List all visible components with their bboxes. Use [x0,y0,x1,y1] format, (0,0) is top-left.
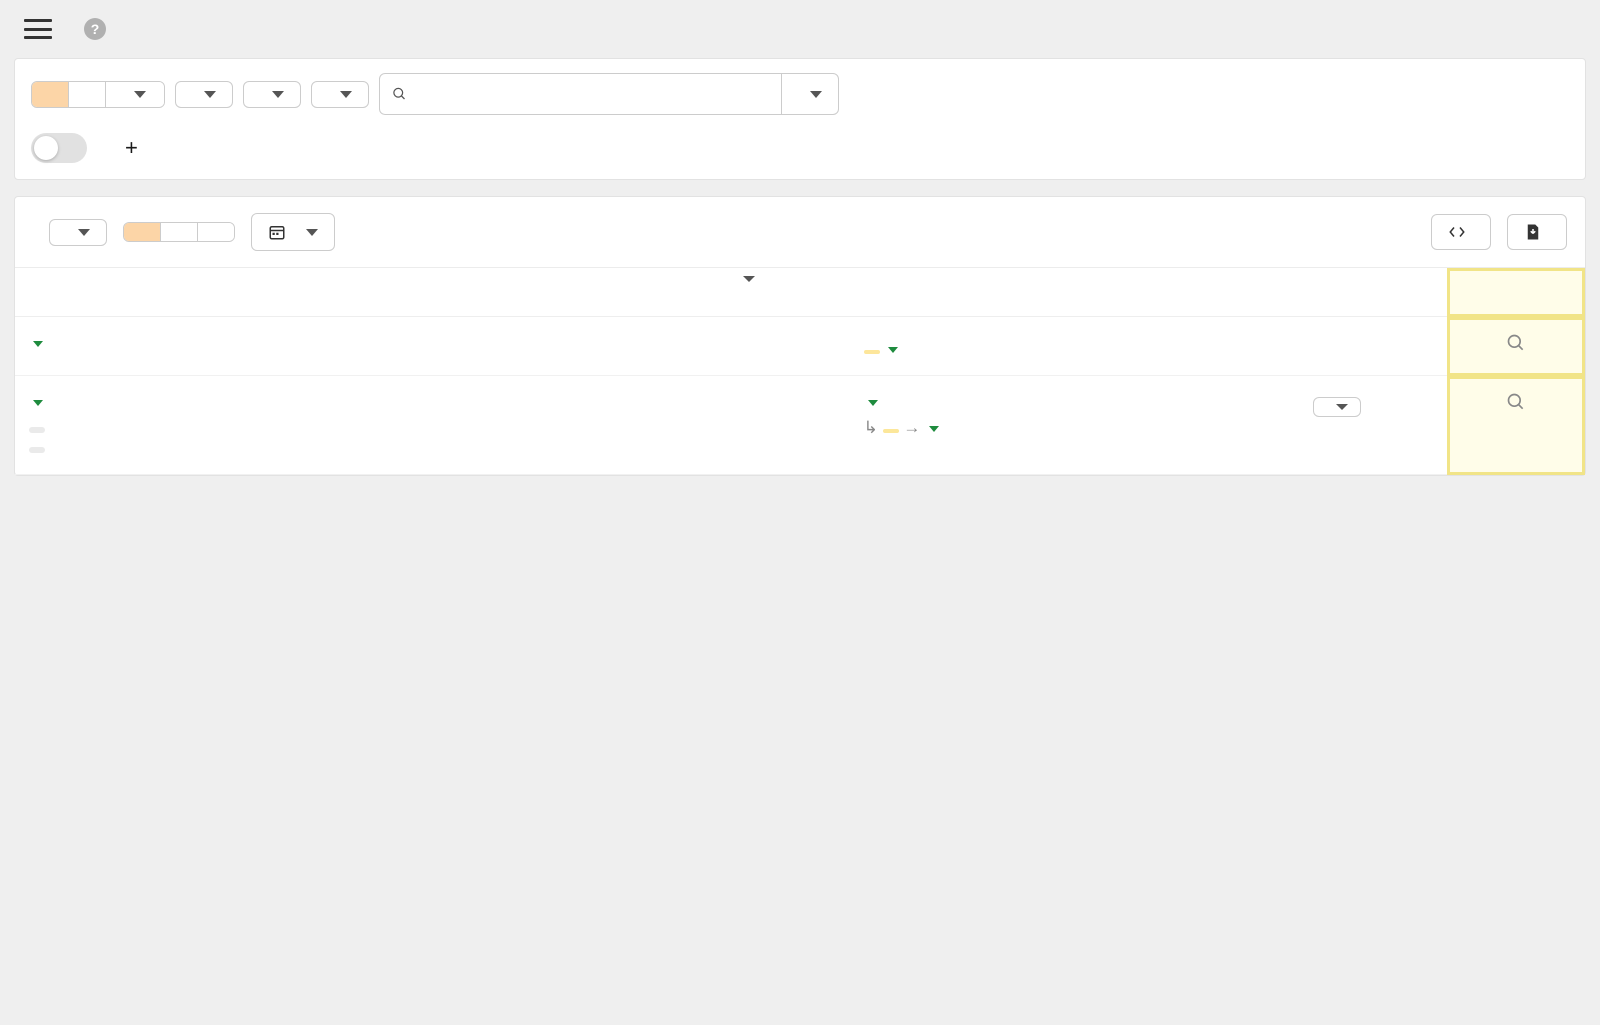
col-referring-page[interactable] [15,268,159,317]
chevron-down-icon [78,229,90,236]
col-referring-domains[interactable] [401,268,482,317]
state-all[interactable] [124,223,161,241]
more-filters-button[interactable]: + [125,135,148,161]
chevron-down-icon [306,229,318,236]
target-url[interactable] [884,339,898,358]
col-first-last-seen[interactable] [1147,268,1228,317]
chevron-down-icon [340,91,352,98]
group-similar-dropdown[interactable] [49,219,107,246]
history-dropdown[interactable] [251,213,335,251]
col-kw[interactable] [769,268,850,317]
table-row [15,317,1585,376]
api-button[interactable] [1431,214,1491,250]
cell-page-traffic [642,317,769,376]
chevron-down-icon [868,400,878,406]
col-similar[interactable] [1228,268,1447,317]
cell-similar [1228,317,1447,376]
cell-domain-traffic [320,376,401,475]
calendar-icon [268,223,286,241]
how-to-use-link[interactable]: ? [84,18,114,40]
col-domain-traffic[interactable] [320,268,401,317]
js-badge [864,350,880,354]
chevron-down-icon [1336,404,1348,410]
cell-dr [159,317,240,376]
col-inspect[interactable] [1447,268,1585,317]
col-dr[interactable] [159,268,240,317]
cell-linked-domains[interactable] [481,376,562,475]
exclude-subdomains-toggle[interactable] [31,133,87,163]
inspect-icon[interactable] [1506,333,1526,353]
cell-anchor: ↳ → [850,376,1148,475]
referring-page-url[interactable] [29,392,145,412]
sort-desc-icon [743,276,755,301]
cell-ur [239,317,320,376]
domain-traffic-dropdown[interactable] [311,81,369,108]
chevron-down-icon [888,347,898,353]
col-ext[interactable] [562,268,643,317]
search-input[interactable] [415,74,769,114]
state-filter-group [123,222,235,242]
follow-all[interactable] [32,82,69,107]
cell-kw[interactable] [769,317,850,376]
ref-page-url-dropdown[interactable] [781,74,838,114]
plus-icon: + [125,135,138,161]
inspect-icon[interactable] [1506,392,1526,412]
table-row: ↳ → [15,376,1585,475]
cell-referring-domains[interactable] [401,317,482,376]
col-anchor[interactable] [850,268,1148,317]
cell-ext [562,376,643,475]
help-icon: ? [84,18,106,40]
search-container [379,73,839,115]
referring-page-url[interactable] [29,333,145,353]
cell-similar [1228,376,1447,475]
chevron-down-icon [33,341,43,347]
anchor-url[interactable] [864,392,1134,412]
search-icon [392,86,407,102]
follow-nofollow[interactable] [106,82,164,107]
cell-domain-traffic [320,317,401,376]
cell-linked-domains[interactable] [481,317,562,376]
cell-anchor [850,317,1148,376]
cell-kw[interactable] [769,376,850,475]
cell-dr [159,376,240,475]
code-icon [1448,223,1466,241]
state-lost[interactable] [198,223,234,241]
follow-dofollow[interactable] [69,82,106,107]
cell-ur [239,376,320,475]
state-new[interactable] [161,223,198,241]
dr-dropdown[interactable] [243,81,301,108]
similar-count-dropdown[interactable] [1313,397,1361,417]
download-icon [1524,223,1542,241]
chevron-down-icon [33,400,43,406]
cell-referring-domains[interactable] [401,376,482,475]
follow-filter-group [31,81,165,108]
col-ur[interactable] [239,268,320,317]
cell-ext [562,317,643,376]
cell-dates [1147,376,1228,475]
cell-dates [1147,317,1228,376]
canonical-badge [883,429,899,433]
chevron-down-icon [272,91,284,98]
redirect-icon: ↳ [864,418,878,437]
cell-page-traffic [642,376,769,475]
col-page-traffic[interactable] [642,268,769,317]
chevron-down-icon [810,91,822,98]
lang-tag [29,427,45,433]
chevron-down-icon [134,91,146,98]
export-button[interactable] [1507,214,1567,250]
canonical-url[interactable] [925,418,939,437]
platform-tag [29,447,45,453]
arrow-right-icon: → [903,418,920,437]
menu-icon[interactable] [24,19,52,39]
chevron-down-icon [204,91,216,98]
backlink-type-dropdown[interactable] [175,81,233,108]
chevron-down-icon [929,426,939,432]
col-linked-domains[interactable] [481,268,562,317]
